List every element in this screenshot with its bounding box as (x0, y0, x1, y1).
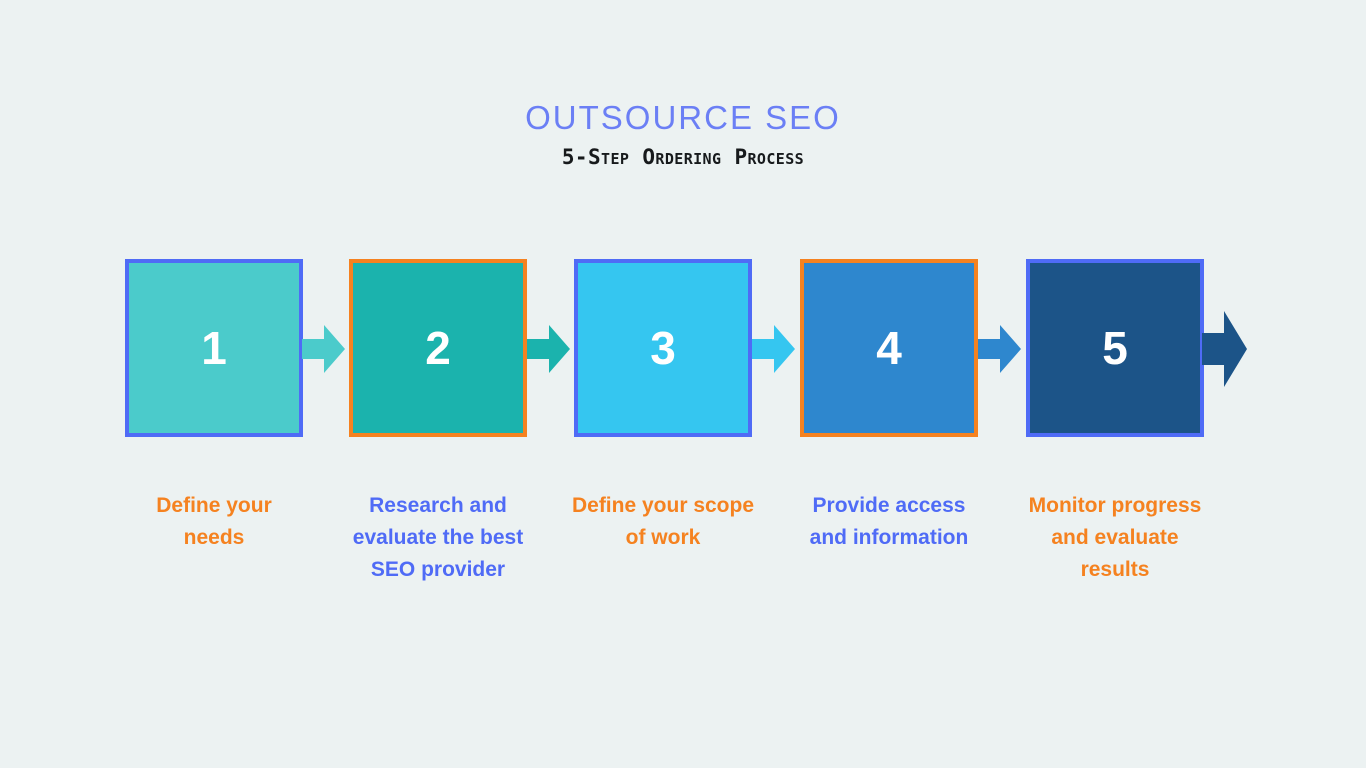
arrow-step-2-to-3 (527, 323, 571, 375)
step-4-number: 4 (876, 322, 902, 374)
infographic-header: OUTSOURCE SEO 5-Step Ordering Process (0, 98, 1366, 170)
arrow-step-3-to-4 (752, 323, 796, 375)
process-step-3: 3 Define your scope of work (572, 259, 754, 554)
step-4-caption: Provide access and information (809, 494, 969, 549)
step-3-number: 3 (650, 322, 676, 374)
step-1-number: 1 (201, 322, 227, 374)
arrow-step-4-to-5 (978, 323, 1022, 375)
arrow-step-1-to-2 (302, 323, 346, 375)
process-step-5: 5 Monitor progress and evaluate results (1026, 259, 1204, 586)
step-2-caption: Research and evaluate the best SEO provi… (352, 494, 524, 581)
step-3-caption: Define your scope of work (571, 494, 755, 549)
step-1-caption: Define your needs (156, 494, 272, 549)
step-5-box: 5 (1026, 259, 1204, 437)
process-step-2: 2 Research and evaluate the best SEO pro… (349, 259, 527, 586)
step-1-box: 1 (125, 259, 303, 437)
step-5-caption: Monitor progress and evaluate results (1028, 494, 1202, 581)
process-step-4: 4 Provide access and information (800, 259, 978, 554)
page-title: OUTSOURCE SEO (525, 99, 841, 136)
step-4-box: 4 (800, 259, 978, 437)
arrow-step-5-outbound (1202, 307, 1248, 391)
process-steps-row: 1 Define your needs 2 Research and evalu… (0, 259, 1366, 679)
process-step-1: 1 Define your needs (125, 259, 303, 554)
step-5-number: 5 (1102, 322, 1128, 374)
step-2-number: 2 (425, 322, 451, 374)
step-3-box: 3 (574, 259, 752, 437)
step-2-box: 2 (349, 259, 527, 437)
page-subtitle: 5-Step Ordering Process (561, 145, 805, 169)
